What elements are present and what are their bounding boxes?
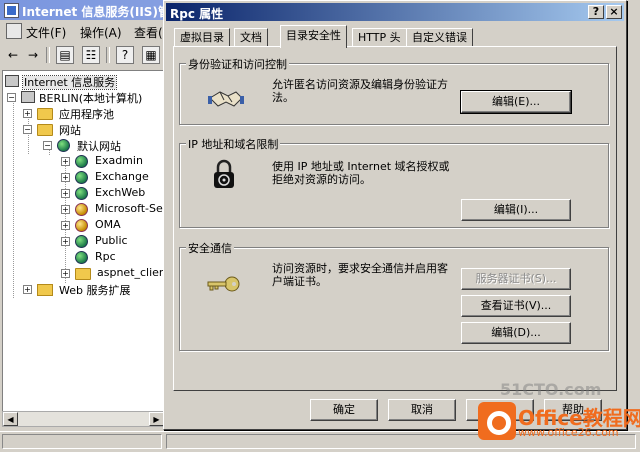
iis-menu-bar: 文件(F) 操作(A) 查看( [0,21,170,41]
group-title: 安全通信 [186,240,234,256]
key-icon [207,276,240,292]
iis-app-icon [4,3,19,18]
menu-action[interactable]: 操作(A) [80,24,122,41]
globe-stopped-icon [75,203,88,216]
tree-label: ExchWeb [95,186,146,199]
collapse-toggle[interactable]: − [23,125,32,134]
globe-icon [75,235,88,248]
scroll-right-icon[interactable]: ▶ [149,412,164,426]
globe-icon [57,139,70,152]
group-title: 身份验证和访问控制 [186,56,289,72]
tree-label: Public [95,234,128,247]
ip-description: 使用 IP 地址或 Internet 域名授权或 拒绝对资源的访问。 [272,160,450,186]
tree-label: 默认网站 [77,140,121,153]
toolbar-separator [106,47,110,63]
folder-icon [37,284,53,296]
scroll-left-icon[interactable]: ◀ [3,412,18,426]
secure-communication-group: 安全通信 访问资源时，要求安全通信并启用客 户端证书。 服务器证书(S)... … [179,240,609,351]
tree-label: aspnet_client [97,266,167,279]
menu-view[interactable]: 查看( [134,24,163,41]
edit-secure-button[interactable]: 编辑(D)... [461,322,571,344]
ok-button[interactable]: 确定 [310,399,378,421]
help-icon[interactable]: ? [116,46,134,64]
help-caption-button[interactable]: ? [588,5,604,19]
iis-toolbar: ← → ▤ ☷ ? ▦ [0,43,170,67]
tree-label: Exchange [95,170,149,183]
menu-file[interactable]: 文件(F) [26,24,66,41]
show-hide-tree-icon[interactable]: ▤ [56,46,74,64]
export-list-icon[interactable]: ☷ [82,46,100,64]
folder-icon [37,108,53,120]
back-arrow-icon[interactable]: ← [4,46,22,64]
console-menu-icon[interactable] [6,23,22,39]
window-edge [627,0,640,430]
tree-label: Rpc [95,250,116,263]
tree-label: OMA [95,218,121,231]
ip-restriction-group: IP 地址和域名限制 使用 IP 地址或 Internet 域名授权或 拒绝对资… [179,136,609,228]
tree-line [13,93,14,298]
folder-icon [75,268,91,280]
tree-label: BERLIN(本地计算机) [39,92,143,105]
expand-toggle[interactable]: + [23,285,32,294]
computer-icon [21,91,35,103]
computer-icon [5,75,19,87]
server-certificate-button[interactable]: 服务器证书(S)... [461,268,571,290]
expand-toggle[interactable]: + [61,189,70,198]
globe-stopped-icon [75,219,88,232]
collapse-toggle[interactable]: − [7,93,16,102]
tree-label: 网站 [59,124,81,137]
expand-toggle[interactable]: + [61,221,70,230]
folder-icon [37,124,53,136]
lock-icon [214,159,234,188]
auth-access-group: 身份验证和访问控制 允许匿名访问资源及编辑身份验证方 法。 编辑(E)... [179,56,609,125]
tree-label-text: Internet 信息服务 [21,75,118,90]
office-logo-icon [478,402,516,440]
forward-arrow-icon[interactable]: → [24,46,42,64]
globe-icon [75,251,88,264]
collapse-toggle[interactable]: − [43,141,52,150]
expand-toggle[interactable]: + [61,237,70,246]
secure-description: 访问资源时，要求安全通信并启用客 户端证书。 [272,262,448,288]
office-watermark: Office教程网 www.office26.com [478,396,640,448]
toolbar-separator [46,47,50,63]
iis-tree-view: Internet 信息服务 − BERLIN(本地计算机) + 应用程序池 − … [2,70,167,412]
edit-ip-button[interactable]: 编辑(I)... [461,199,571,221]
status-cell [2,434,162,449]
expand-toggle[interactable]: + [61,205,70,214]
tab-virtual-directory[interactable]: 虚拟目录 [174,28,230,47]
properties-icon[interactable]: ▦ [142,46,160,64]
rpc-properties-dialog: Rpc 属性 ? × 虚拟目录 文档 目录安全性 HTTP 头 自定义错误 身份… [163,0,627,430]
globe-icon [75,155,88,168]
watermark-url: www.office26.com [518,426,619,439]
tree-horizontal-scrollbar[interactable]: ◀ ▶ [2,411,165,427]
iis-window-title: Internet 信息服务(IIS)管 [22,5,170,19]
expand-toggle[interactable]: + [61,157,70,166]
close-button[interactable]: × [606,5,622,19]
globe-icon [75,187,88,200]
expand-toggle[interactable]: + [61,269,70,278]
globe-icon [75,171,88,184]
tree-label: Microsoft-Serv [95,202,167,215]
tree-label: Exadmin [95,154,143,167]
tab-documents[interactable]: 文档 [234,28,268,47]
tree-label: 应用程序池 [59,108,114,121]
tree-label: Internet 信息服务 [21,74,118,90]
dialog-title: Rpc 属性 [170,7,224,21]
tree-label: Web 服务扩展 [59,284,131,297]
dialog-title-bar[interactable]: Rpc 属性 ? × [166,3,624,21]
tab-custom-errors[interactable]: 自定义错误 [406,28,473,47]
tab-directory-security[interactable]: 目录安全性 [280,25,347,48]
expand-toggle[interactable]: + [23,109,32,118]
group-title: IP 地址和域名限制 [186,136,281,152]
edit-auth-button[interactable]: 编辑(E)... [460,90,572,114]
cancel-button[interactable]: 取消 [388,399,456,421]
handshake-icon [208,91,244,107]
auth-description: 允许匿名访问资源及编辑身份验证方 法。 [272,78,448,104]
expand-toggle[interactable]: + [61,173,70,182]
tab-http-headers[interactable]: HTTP 头 [352,28,407,47]
view-certificate-button[interactable]: 查看证书(V)... [461,295,571,317]
